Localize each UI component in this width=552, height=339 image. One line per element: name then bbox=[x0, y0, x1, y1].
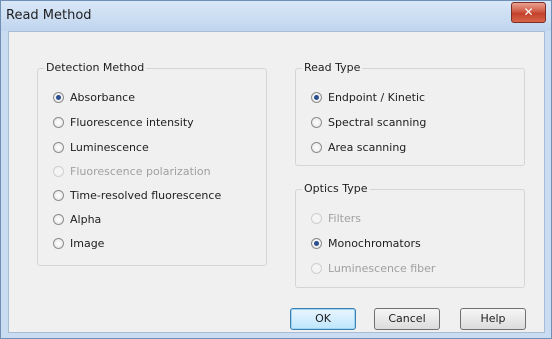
radio-absorbance[interactable]: Absorbance bbox=[53, 90, 135, 104]
radio-label: Monochromators bbox=[328, 236, 421, 250]
radio-label: Spectral scanning bbox=[328, 115, 427, 129]
radio-button-icon[interactable] bbox=[311, 91, 322, 103]
title-bar[interactable]: Read Method ✕ bbox=[1, 1, 551, 31]
radio-luminescence[interactable]: Luminescence bbox=[53, 140, 149, 154]
radio-button-icon bbox=[311, 262, 322, 274]
read-type-group: Read Type Endpoint / Kinetic Spectral sc… bbox=[295, 61, 525, 166]
dialog-body: Detection Method Absorbance Fluorescence… bbox=[8, 31, 545, 333]
radio-button-icon[interactable] bbox=[53, 213, 64, 225]
radio-button-icon[interactable] bbox=[53, 189, 64, 201]
radio-label: Absorbance bbox=[70, 90, 136, 104]
radio-label: Image bbox=[70, 236, 105, 250]
radio-time-resolved-fluorescence[interactable]: Time-resolved fluorescence bbox=[53, 188, 221, 202]
window-title: Read Method bbox=[6, 8, 92, 23]
radio-spectral-scanning[interactable]: Spectral scanning bbox=[311, 115, 426, 129]
radio-fluorescence-intensity[interactable]: Fluorescence intensity bbox=[53, 115, 194, 129]
radio-alpha[interactable]: Alpha bbox=[53, 212, 101, 226]
radio-label: Area scanning bbox=[328, 140, 407, 154]
radio-button-icon[interactable] bbox=[311, 141, 322, 153]
radio-label: Alpha bbox=[70, 212, 102, 226]
radio-button-icon[interactable] bbox=[53, 237, 64, 249]
radio-label: Endpoint / Kinetic bbox=[328, 90, 426, 104]
radio-fluorescence-polarization: Fluorescence polarization bbox=[53, 164, 211, 178]
detection-method-legend: Detection Method bbox=[44, 61, 147, 74]
radio-luminescence-fiber: Luminescence fiber bbox=[311, 261, 435, 275]
radio-area-scanning[interactable]: Area scanning bbox=[311, 140, 406, 154]
radio-image[interactable]: Image bbox=[53, 236, 104, 250]
radio-button-icon[interactable] bbox=[53, 91, 64, 103]
radio-label: Fluorescence intensity bbox=[70, 115, 194, 129]
radio-button-icon[interactable] bbox=[311, 237, 322, 249]
radio-label: Fluorescence polarization bbox=[70, 164, 211, 178]
radio-button-icon[interactable] bbox=[53, 141, 64, 153]
optics-type-group: Optics Type Filters Monochromators Lumin… bbox=[295, 182, 525, 288]
radio-button-icon bbox=[53, 165, 64, 177]
detection-method-group: Detection Method Absorbance Fluorescence… bbox=[37, 61, 267, 266]
read-type-legend: Read Type bbox=[302, 61, 363, 74]
help-button[interactable]: Help bbox=[460, 308, 526, 330]
radio-label: Filters bbox=[328, 211, 361, 225]
radio-endpoint-kinetic[interactable]: Endpoint / Kinetic bbox=[311, 90, 425, 104]
radio-monochromators[interactable]: Monochromators bbox=[311, 236, 421, 250]
ok-button[interactable]: OK bbox=[290, 308, 356, 330]
radio-filters: Filters bbox=[311, 211, 361, 225]
close-icon: ✕ bbox=[523, 5, 534, 19]
cancel-button[interactable]: Cancel bbox=[374, 308, 440, 330]
optics-type-legend: Optics Type bbox=[302, 182, 370, 195]
radio-label: Time-resolved fluorescence bbox=[70, 188, 222, 202]
radio-button-icon bbox=[311, 212, 322, 224]
close-button[interactable]: ✕ bbox=[511, 2, 546, 23]
radio-button-icon[interactable] bbox=[311, 116, 322, 128]
radio-button-icon[interactable] bbox=[53, 116, 64, 128]
radio-label: Luminescence fiber bbox=[328, 261, 436, 275]
read-method-dialog: Read Method ✕ Detection Method Absorbanc… bbox=[0, 0, 552, 339]
radio-label: Luminescence bbox=[70, 140, 149, 154]
